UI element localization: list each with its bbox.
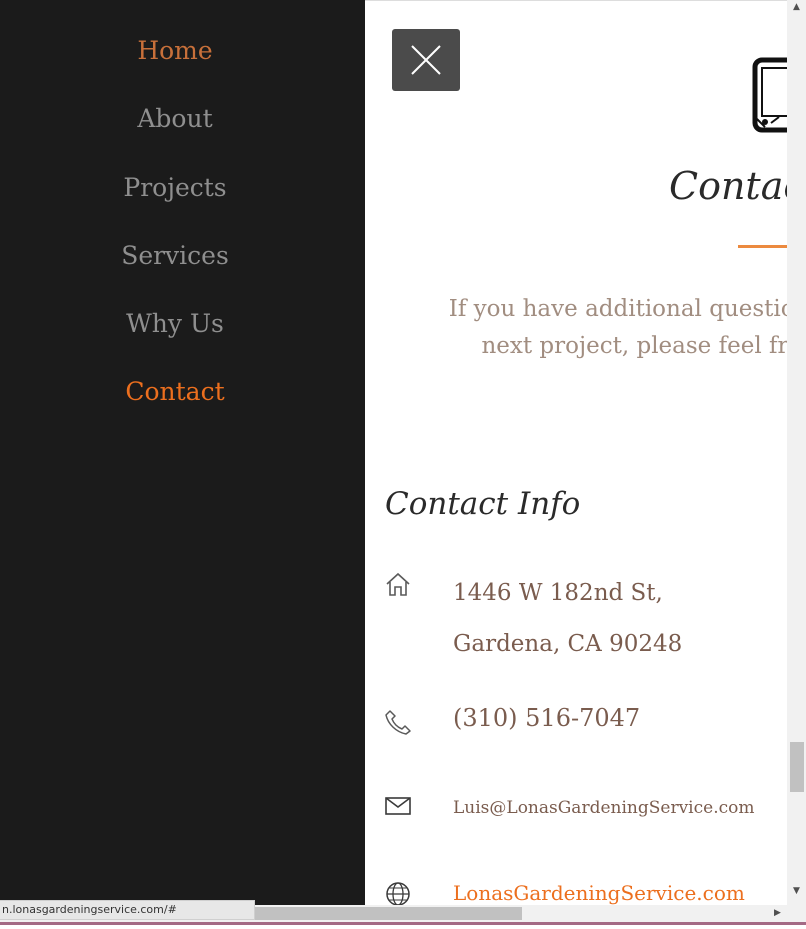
title-divider — [738, 245, 787, 248]
nav-item-services[interactable]: Services — [0, 241, 350, 270]
scroll-up-arrow-icon[interactable]: ▲ — [793, 2, 800, 12]
page-title: Contac — [669, 164, 787, 208]
phone-icon — [385, 710, 411, 735]
nav-item-contact[interactable]: Contact — [0, 377, 350, 406]
intro-line-1: If you have additional questions — [448, 296, 787, 322]
horizontal-scroll-thumb[interactable] — [255, 907, 522, 920]
email-address[interactable]: Luis@LonasGardeningService.com — [453, 798, 754, 818]
window-bottom-edge — [0, 922, 806, 929]
globe-icon — [386, 882, 410, 906]
sidebar-menu: Home About Projects Services Why Us Cont… — [0, 0, 365, 929]
envelope-icon — [385, 797, 411, 815]
smartphone-icon — [752, 57, 787, 133]
address: 1446 W 182nd St, Gardena, CA 90248 — [453, 568, 682, 670]
close-icon — [411, 45, 441, 75]
link-status-bar: n.lonasgardeningservice.com/# — [0, 900, 255, 920]
scroll-down-arrow-icon[interactable]: ▼ — [793, 886, 800, 896]
phone-number[interactable]: (310) 516-7047 — [453, 704, 640, 732]
close-menu-button[interactable] — [392, 29, 460, 91]
address-line-1: 1446 W 182nd St, — [453, 580, 663, 606]
address-line-2: Gardena, CA 90248 — [453, 631, 683, 657]
nav-item-about[interactable]: About — [0, 104, 350, 133]
intro-text: If you have additional questions next pr… — [365, 291, 787, 365]
scroll-right-arrow-icon[interactable]: ▶ — [774, 908, 781, 918]
contact-panel: Contac If you have additional questions … — [365, 0, 787, 906]
contact-info-title: Contact Info — [385, 486, 581, 522]
scrollbar-corner — [787, 905, 806, 922]
nav-item-why-us[interactable]: Why Us — [0, 309, 350, 338]
website-link[interactable]: LonasGardeningService.com — [453, 881, 745, 905]
intro-line-2: next project, please feel fr — [481, 333, 787, 359]
home-icon — [386, 572, 410, 596]
vertical-scroll-thumb[interactable] — [790, 742, 804, 792]
nav-item-home[interactable]: Home — [0, 36, 350, 65]
nav-item-projects[interactable]: Projects — [0, 173, 350, 202]
